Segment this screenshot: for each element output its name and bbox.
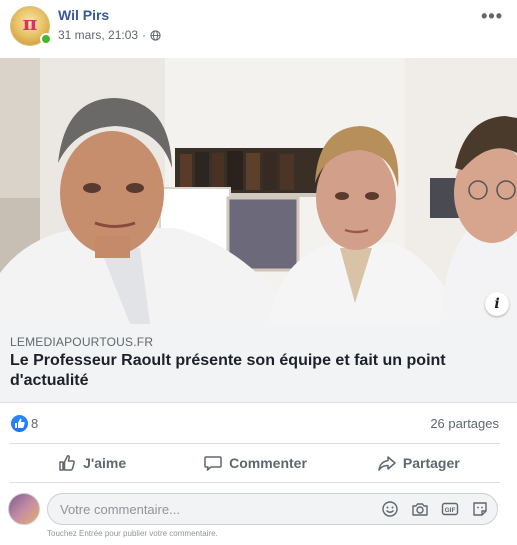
link-title[interactable]: Le Professeur Raoult présente son équipe… bbox=[10, 351, 490, 391]
online-status-indicator bbox=[40, 33, 52, 45]
emoji-icon[interactable] bbox=[381, 500, 399, 518]
share-arrow-icon bbox=[378, 456, 396, 471]
link-domain: LEMEDIAPOURTOUS.FR bbox=[10, 335, 154, 349]
comment-bubble-icon bbox=[204, 456, 222, 471]
post-header: π Wil Pirs 31 mars, 21:03 · ••• bbox=[0, 0, 517, 58]
svg-text:GIF: GIF bbox=[445, 507, 456, 514]
post-actions: J'aime Commenter Partager bbox=[10, 444, 500, 482]
actions-divider bbox=[10, 482, 500, 483]
comment-button-label: Commenter bbox=[229, 455, 307, 471]
current-user-avatar[interactable] bbox=[8, 493, 40, 525]
camera-icon[interactable] bbox=[411, 500, 429, 518]
pi-logo-icon: π bbox=[22, 11, 38, 35]
share-count[interactable]: 26 partages bbox=[430, 416, 499, 431]
post-timestamp[interactable]: 31 mars, 21:03 bbox=[58, 28, 138, 42]
thumbs-up-icon bbox=[59, 455, 76, 471]
like-button[interactable]: J'aime bbox=[10, 444, 173, 482]
post-stats: 8 26 partages bbox=[0, 403, 517, 444]
author-name[interactable]: Wil Pirs bbox=[58, 7, 109, 23]
gif-icon[interactable]: GIF bbox=[441, 500, 459, 518]
comment-composer: GIF Touchez Entrée pour publier votre co… bbox=[0, 488, 517, 545]
photo-scene bbox=[0, 58, 517, 324]
more-options-icon[interactable]: ••• bbox=[481, 6, 503, 27]
globe-icon[interactable] bbox=[150, 29, 161, 41]
post-meta: 31 mars, 21:03 · bbox=[58, 28, 161, 42]
comment-hint: Touchez Entrée pour publier votre commen… bbox=[47, 529, 218, 538]
like-reaction-icon[interactable] bbox=[11, 415, 28, 432]
link-preview-image[interactable]: i bbox=[0, 58, 517, 324]
share-button[interactable]: Partager bbox=[337, 444, 500, 482]
comment-attachment-icons: GIF bbox=[381, 500, 489, 518]
like-count[interactable]: 8 bbox=[31, 416, 38, 431]
sticker-icon[interactable] bbox=[471, 500, 489, 518]
like-button-label: J'aime bbox=[83, 455, 127, 471]
info-icon[interactable]: i bbox=[485, 292, 509, 316]
share-button-label: Partager bbox=[402, 455, 460, 471]
link-preview-details[interactable]: LEMEDIAPOURTOUS.FR Le Professeur Raoult … bbox=[0, 324, 517, 403]
meta-separator: · bbox=[142, 28, 147, 42]
comment-button[interactable]: Commenter bbox=[173, 444, 336, 482]
